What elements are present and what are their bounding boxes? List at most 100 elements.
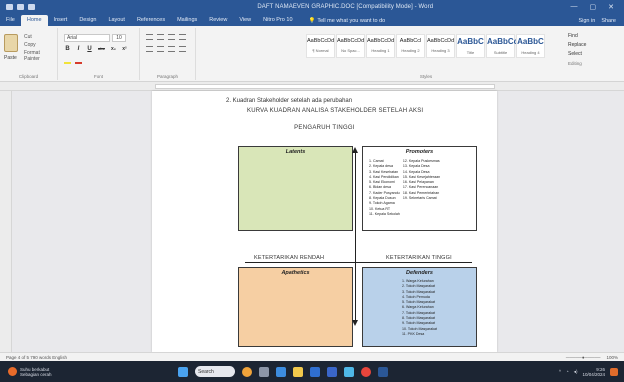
style-heading-2[interactable]: AaBbCcl Heading 2: [396, 34, 425, 58]
tab-file[interactable]: File: [0, 15, 21, 26]
windows-start-icon[interactable]: [178, 366, 188, 377]
quadrant-defenders: Defenders 1. Warga Kelurahan 2. Tokoh Ma…: [362, 267, 477, 347]
document-area: 2. Kuadran Stakeholder setelah ada perub…: [12, 91, 624, 352]
file-explorer-icon[interactable]: [293, 366, 303, 377]
save-icon[interactable]: [6, 4, 13, 10]
quadrant-title: Latents: [285, 149, 306, 155]
tab-nitro[interactable]: Nitro Pro 10: [257, 15, 298, 26]
underline-button[interactable]: U: [86, 46, 93, 52]
italic-button[interactable]: I: [75, 46, 82, 52]
subscript-button[interactable]: x₂: [110, 46, 117, 52]
wifi-icon[interactable]: ◔: [566, 369, 569, 374]
clock-date: 10/04/2024: [582, 371, 605, 377]
style-name: Heading 4: [521, 50, 540, 55]
select-button[interactable]: Select: [568, 50, 586, 59]
weather-widget[interactable]: Suhu berkabut Sebagian cerah: [0, 367, 140, 377]
task-view-icon[interactable]: [259, 366, 269, 377]
system-tray: ^ ◔ ◂) 9:26 10/04/2024: [559, 367, 624, 377]
horizontal-axis: [245, 262, 472, 263]
app-icon[interactable]: [344, 366, 354, 377]
minimize-button[interactable]: —: [571, 3, 578, 11]
promoters-col-2: 12. Kepala Puskesmas 13. Kepala Desa 14.…: [403, 159, 440, 217]
find-button[interactable]: Find: [568, 32, 586, 41]
font-name-select[interactable]: Arial: [64, 34, 110, 42]
tab-mailings[interactable]: Mailings: [171, 15, 203, 26]
font-color-icon[interactable]: [75, 62, 82, 64]
sort-icon[interactable]: [179, 34, 186, 40]
bold-button[interactable]: B: [64, 46, 71, 52]
zoom-controls: ─────●───── 100%: [566, 355, 618, 360]
quick-access-toolbar: [0, 4, 120, 10]
bullets-icon[interactable]: [146, 34, 153, 40]
style-subtitle[interactable]: AaBbCc Subtitle: [486, 34, 518, 58]
font-group: Arial 10 B I U abc x₂ x² Font: [58, 28, 140, 80]
justify-icon[interactable]: [179, 46, 186, 52]
quadrant-title: Apathetics: [281, 270, 310, 276]
volume-icon[interactable]: ◂): [574, 369, 578, 375]
style-no-spacing[interactable]: AaBbCcDd No Spac...: [336, 34, 365, 58]
style-heading-1[interactable]: AaBbCcDd Heading 1: [366, 34, 395, 58]
copy-button[interactable]: Copy: [24, 42, 36, 48]
tab-references[interactable]: References: [131, 15, 171, 26]
quadrant-promoters: Promoters 1. Camat 2. Kepala desa 3. Kas…: [362, 146, 477, 231]
horizontal-ruler[interactable]: [0, 82, 624, 91]
document-page[interactable]: 2. Kuadran Stakeholder setelah ada perub…: [152, 91, 497, 352]
word-window: DAFT NAMAEVEN GRAPHIC.DOC [Compatibility…: [0, 0, 624, 382]
store-icon[interactable]: [310, 366, 320, 377]
highlight-color-icon[interactable]: [64, 62, 71, 64]
redo-icon[interactable]: [28, 4, 35, 10]
font-size-select[interactable]: 10: [112, 34, 126, 42]
zoom-level[interactable]: 100%: [606, 355, 618, 360]
tab-layout[interactable]: Layout: [102, 15, 131, 26]
tab-home[interactable]: Home: [20, 15, 48, 26]
tab-view[interactable]: View: [233, 15, 257, 26]
list-item: 19. Sekretaris Camat: [402, 196, 437, 201]
tab-insert[interactable]: Insert: [48, 15, 74, 26]
chrome-icon[interactable]: [361, 366, 371, 377]
numbering-icon[interactable]: [157, 34, 164, 40]
style-name: Subtitle: [493, 50, 508, 55]
ribbon-home: Paste Cut Copy Format Painter Clipboard …: [0, 26, 624, 82]
maximize-button[interactable]: ▢: [590, 3, 597, 11]
paste-button[interactable]: Paste: [4, 55, 17, 61]
share-button[interactable]: Share: [601, 18, 616, 24]
mail-icon[interactable]: [327, 366, 337, 377]
widget-icon[interactable]: [242, 366, 252, 377]
replace-button[interactable]: Replace: [568, 41, 586, 50]
style-normal[interactable]: AaBbCcDd ¶ Normal: [306, 34, 335, 58]
multilevel-list-icon[interactable]: [168, 34, 175, 40]
word-icon[interactable]: [378, 366, 388, 377]
paste-icon[interactable]: [4, 34, 18, 52]
tab-review[interactable]: Review: [203, 15, 233, 26]
superscript-button[interactable]: x²: [121, 46, 128, 52]
chevron-up-icon[interactable]: ^: [559, 369, 561, 374]
style-heading-4[interactable]: AaBbC Heading 4: [516, 34, 545, 58]
weather-icon: [8, 367, 17, 376]
style-sample: AaBbC: [457, 37, 484, 46]
notification-icon[interactable]: [610, 367, 618, 376]
taskbar-search[interactable]: Search: [195, 366, 235, 377]
format-painter-button[interactable]: Format Painter: [24, 50, 57, 62]
ribbon-tabs: File Home Insert Design Layout Reference…: [0, 14, 624, 26]
align-center-icon[interactable]: [157, 46, 164, 52]
list-item: 17. Kasi Perencanaan: [402, 185, 439, 190]
strikethrough-button[interactable]: abc: [97, 46, 106, 52]
style-name: Heading 3: [431, 48, 450, 53]
style-title[interactable]: AaBbC Title: [456, 34, 485, 58]
style-heading-3[interactable]: AaBbCcDd Heading 3: [426, 34, 455, 58]
sign-in-link[interactable]: Sign in: [578, 18, 595, 24]
align-right-icon[interactable]: [168, 46, 175, 52]
edge-icon[interactable]: [276, 366, 286, 377]
close-button[interactable]: ✕: [608, 3, 614, 11]
quadrant-apathetics: Apathetics: [238, 267, 353, 347]
clock[interactable]: 9:26 10/04/2024: [582, 367, 605, 377]
paragraph-label: Paragraph: [156, 74, 178, 79]
zoom-slider[interactable]: ─────●─────: [566, 355, 601, 360]
tab-design[interactable]: Design: [73, 15, 102, 26]
tell-me-box[interactable]: 💡 Tell me what you want to do: [305, 16, 390, 26]
cut-button[interactable]: Cut: [24, 34, 32, 40]
vertical-ruler[interactable]: [0, 91, 12, 352]
font-format-buttons: B I U abc x₂ x²: [64, 46, 128, 52]
undo-icon[interactable]: [17, 4, 24, 10]
align-left-icon[interactable]: [146, 46, 153, 52]
